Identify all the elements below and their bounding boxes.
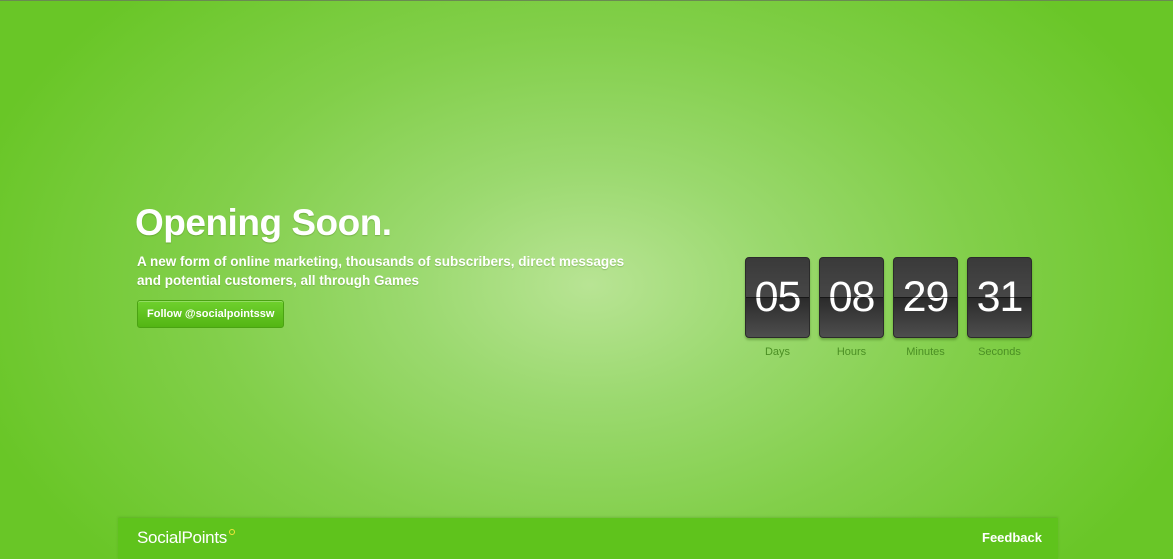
countdown-days: 05 Days — [745, 257, 810, 358]
hours-label: Hours — [836, 346, 867, 358]
minutes-value: 29 — [893, 257, 958, 338]
countdown-minutes: 29 Minutes — [893, 257, 958, 358]
brand-dot-icon — [228, 529, 235, 535]
page-description: A new form of online marketing, thousand… — [137, 254, 625, 288]
hero-section: Opening Soon. A new form of online marke… — [135, 200, 655, 328]
top-border — [0, 0, 1173, 1]
brand-name: SocialPoints — [137, 528, 227, 547]
countdown-hours: 08 Hours — [819, 257, 884, 358]
minutes-label: Minutes — [906, 346, 945, 358]
seconds-label: Seconds — [978, 346, 1021, 358]
days-value: 05 — [745, 257, 810, 338]
hours-value: 08 — [819, 257, 884, 338]
feedback-link[interactable]: Feedback — [982, 530, 1042, 545]
page-title: Opening Soon. — [135, 202, 392, 243]
days-label: Days — [764, 346, 791, 358]
follow-button[interactable]: Follow @socialpointssw — [137, 300, 285, 328]
footer-bar: SocialPoints Feedback — [118, 518, 1058, 559]
brand-logo[interactable]: SocialPoints — [137, 528, 235, 548]
seconds-value: 31 — [967, 257, 1032, 338]
countdown-seconds: 31 Seconds — [967, 257, 1032, 358]
